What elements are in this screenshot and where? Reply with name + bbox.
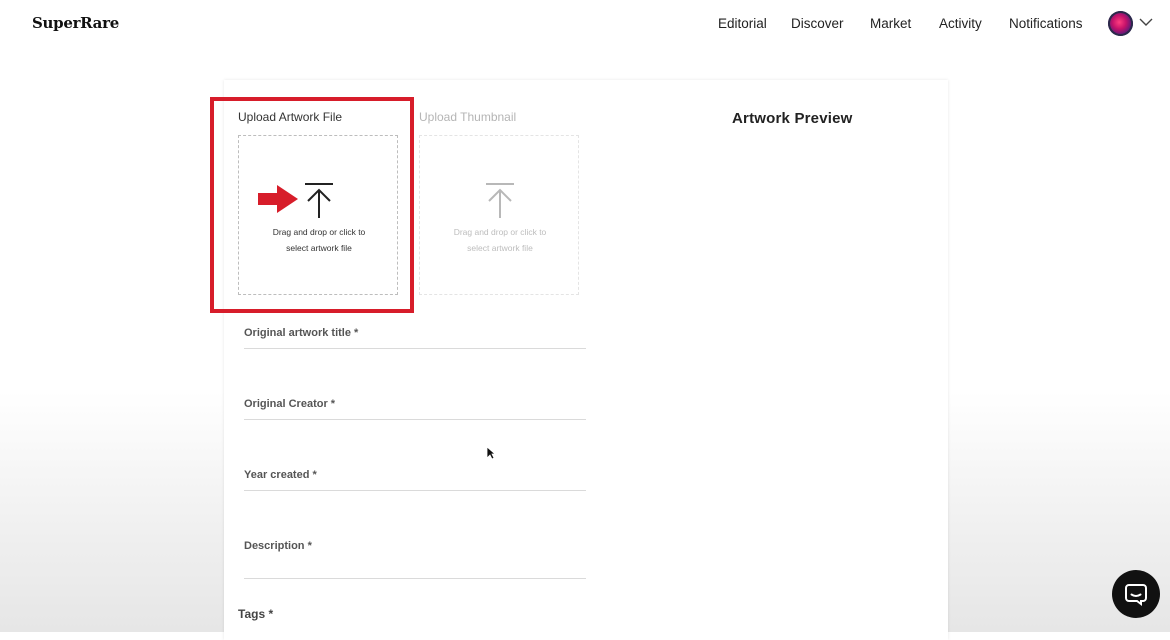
- nav-activity[interactable]: Activity: [939, 16, 982, 31]
- chat-button[interactable]: [1112, 570, 1160, 618]
- upload-icon: [486, 183, 514, 218]
- year-created-field[interactable]: Year created *: [244, 469, 586, 491]
- tags-label: Tags *: [238, 607, 274, 621]
- upload-thumbnail-label: Upload Thumbnail: [419, 110, 517, 124]
- chat-icon: [1125, 584, 1147, 606]
- description-label: Description *: [244, 540, 312, 552]
- nav-market[interactable]: Market: [870, 16, 911, 31]
- nav-editorial[interactable]: Editorial: [718, 16, 767, 31]
- top-nav-bar: SuperRare Editorial Discover Market Acti…: [0, 0, 1170, 50]
- arrow-right-icon: [258, 185, 298, 213]
- artwork-preview-title: Artwork Preview: [732, 110, 853, 127]
- description-field[interactable]: Description *: [244, 540, 586, 579]
- original-creator-field[interactable]: Original Creator *: [244, 398, 586, 420]
- superrare-logo[interactable]: SuperRare: [32, 14, 119, 32]
- highlight-box: [210, 97, 414, 313]
- mouse-cursor-icon: [486, 446, 496, 460]
- chevron-down-icon[interactable]: [1138, 14, 1154, 30]
- nav-discover[interactable]: Discover: [791, 16, 844, 31]
- thumbnail-dropzone[interactable]: Drag and drop or click to select artwork…: [419, 135, 579, 295]
- user-avatar[interactable]: [1108, 11, 1133, 36]
- artwork-title-field[interactable]: Original artwork title *: [244, 327, 586, 349]
- thumbnail-dropzone-hint: Drag and drop or click to select artwork…: [453, 227, 547, 253]
- nav-notifications[interactable]: Notifications: [1009, 16, 1083, 31]
- year-created-label: Year created *: [244, 469, 317, 481]
- artwork-title-label: Original artwork title *: [244, 327, 359, 339]
- original-creator-label: Original Creator *: [244, 398, 336, 410]
